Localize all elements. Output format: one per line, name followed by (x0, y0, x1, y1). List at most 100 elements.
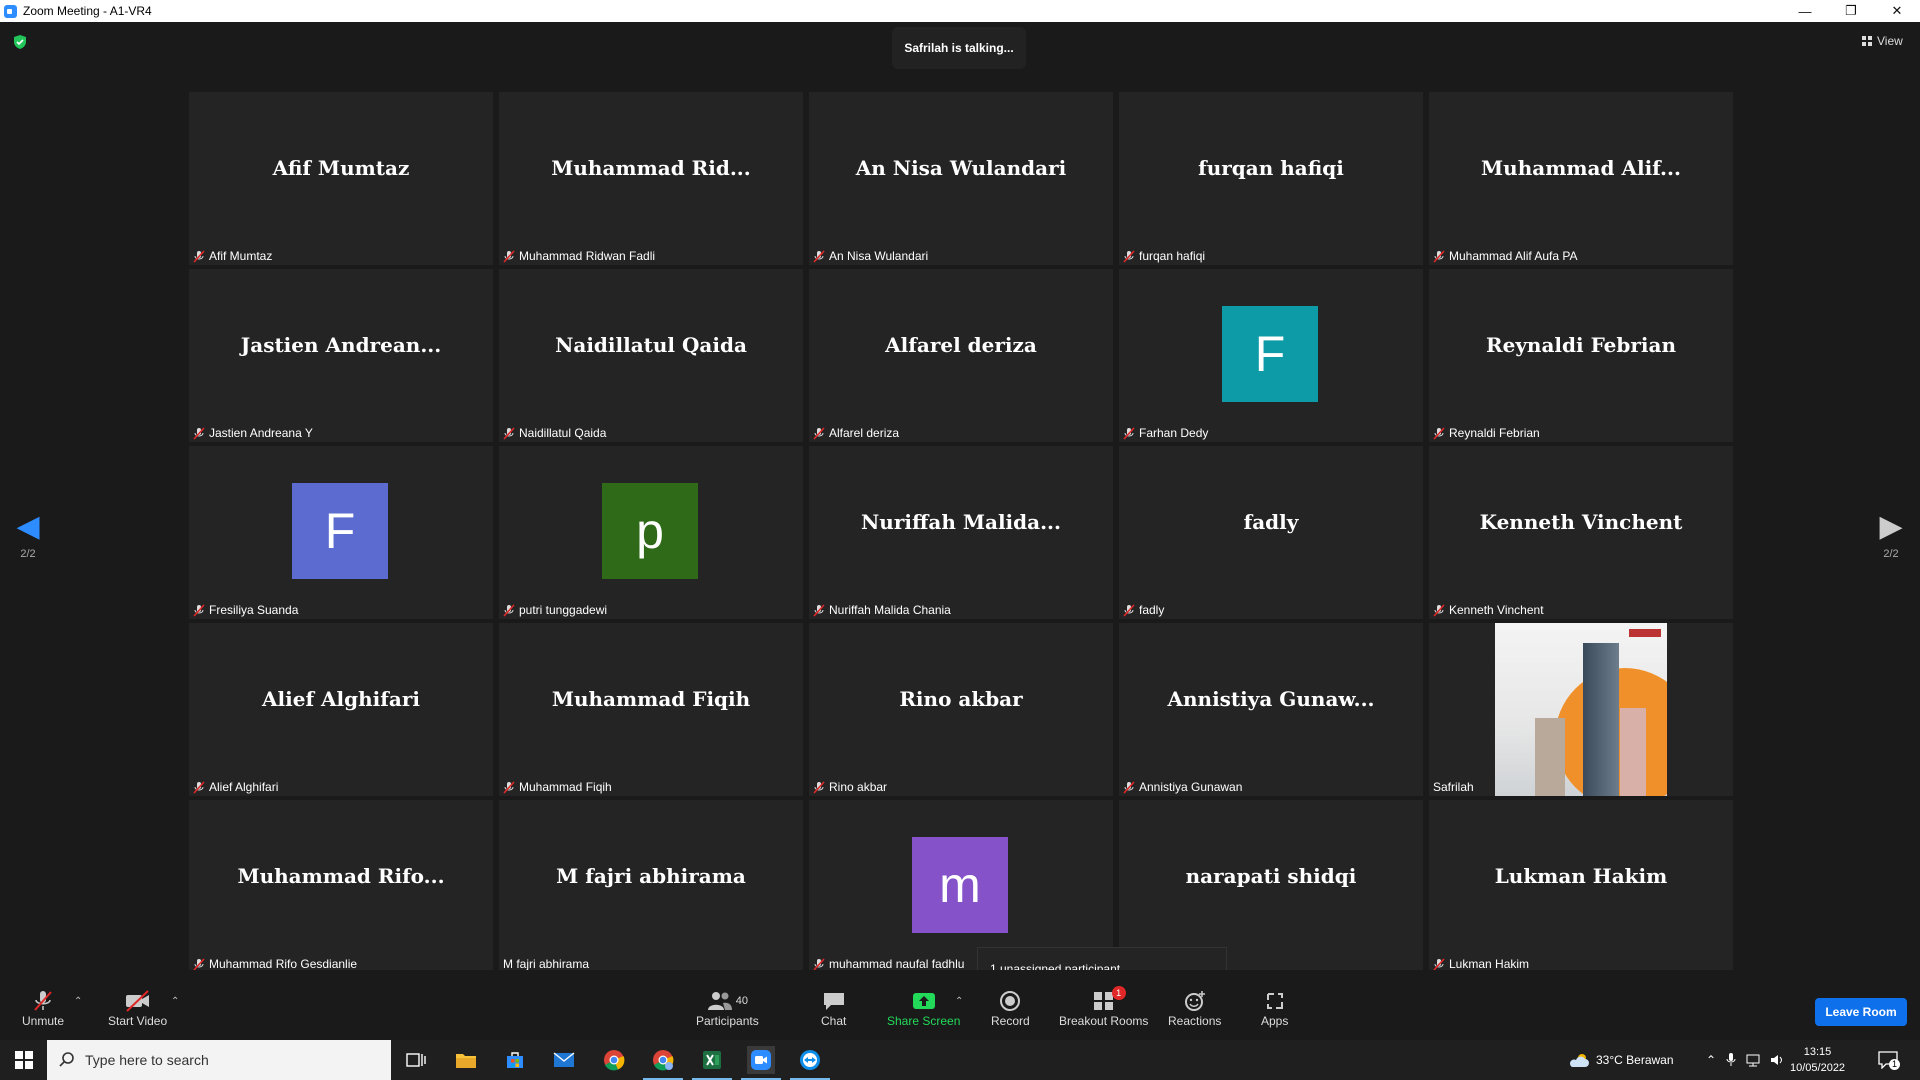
participant-tile[interactable]: M fajri abhirama M fajri abhirama (499, 800, 803, 973)
file-explorer-icon[interactable] (452, 1046, 480, 1074)
close-icon[interactable]: ✕ (1874, 0, 1920, 22)
participant-tile[interactable]: Reynaldi Febrian Reynaldi Febrian (1429, 269, 1733, 442)
participant-tile[interactable]: Muhammad Alif... Muhammad Alif Aufa PA (1429, 92, 1733, 265)
taskbar-search-box[interactable]: Type here to search (47, 1040, 391, 1080)
participant-name-label: Muhammad Alif Aufa PA (1433, 249, 1578, 263)
participant-tile[interactable]: furqan hafiqi furqan hafiqi (1119, 92, 1423, 265)
previous-page-button[interactable]: ◀ 2/2 (13, 512, 43, 561)
participant-name-label: Alfarel deriza (813, 426, 899, 440)
participant-display-name: Muhammad Rifo... (237, 864, 445, 888)
start-video-button[interactable]: Start Video (108, 988, 167, 1028)
chrome-profile-icon[interactable] (643, 1046, 683, 1080)
participant-tile[interactable]: Muhammad Fiqih Muhammad Fiqih (499, 623, 803, 796)
audio-options-caret-icon[interactable]: ⌃ (74, 996, 82, 1007)
participant-tile[interactable]: An Nisa Wulandari An Nisa Wulandari (809, 92, 1113, 265)
participant-name-label: Kenneth Vinchent (1433, 603, 1544, 617)
participant-tile[interactable]: Rino akbar Rino akbar (809, 623, 1113, 796)
active-speaker-indicator: Safrilah is talking... (892, 27, 1026, 69)
weather-text: 33°C Berawan (1596, 1053, 1674, 1067)
microphone-muted-icon (503, 780, 515, 794)
reactions-icon (1183, 988, 1207, 1014)
participant-tile[interactable]: Muhammad Rid... Muhammad Ridwan Fadli (499, 92, 803, 265)
apps-button[interactable]: Apps (1261, 988, 1288, 1028)
microphone-muted-icon (1433, 603, 1445, 617)
participant-display-name: Rino akbar (899, 687, 1023, 711)
participant-tile[interactable]: Afif Mumtaz Afif Mumtaz (189, 92, 493, 265)
participant-tile[interactable]: Alfarel deriza Alfarel deriza (809, 269, 1113, 442)
share-screen-button[interactable]: Share Screen (887, 988, 960, 1028)
system-tray: ⌃ (1706, 1040, 1784, 1080)
taskbar-clock[interactable]: 13:15 10/05/2022 (1790, 1044, 1845, 1076)
video-options-caret-icon[interactable]: ⌃ (171, 996, 179, 1007)
view-button[interactable]: View (1862, 34, 1903, 48)
chrome-icon[interactable] (600, 1046, 628, 1074)
participants-button[interactable]: 40 Participants (696, 988, 759, 1028)
participant-tile[interactable]: Muhammad Rifo... Muhammad Rifo Gesdianlie (189, 800, 493, 973)
microphone-muted-icon (1123, 780, 1135, 794)
leave-room-button[interactable]: Leave Room (1815, 998, 1907, 1026)
network-icon[interactable] (1746, 1053, 1760, 1067)
participant-tile[interactable]: Safrilah (1429, 623, 1733, 796)
participant-name-text: Jastien Andreana Y (209, 426, 313, 440)
participant-tile[interactable]: Alief Alghifari Alief Alghifari (189, 623, 493, 796)
participant-tile[interactable]: Naidillatul Qaida Naidillatul Qaida (499, 269, 803, 442)
notification-center-button[interactable]: 1 (1878, 1040, 1900, 1080)
meeting-area: Safrilah is talking... View ◀ 2/2 ▶ 2/2 … (0, 22, 1920, 997)
window-titlebar: Zoom Meeting - A1-VR4 — ❐ ✕ (0, 0, 1920, 22)
share-screen-icon (911, 988, 937, 1014)
microphone-muted-icon (193, 957, 205, 971)
participant-tile[interactable]: Kenneth Vinchent Kenneth Vinchent (1429, 446, 1733, 619)
participant-display-name: Muhammad Fiqih (551, 687, 751, 711)
search-placeholder: Type here to search (85, 1052, 209, 1068)
participant-name-label: Safrilah (1433, 780, 1474, 794)
participant-name-text: Fresiliya Suanda (209, 603, 299, 617)
participant-tile[interactable]: F Fresiliya Suanda (189, 446, 493, 619)
microsoft-store-icon[interactable] (501, 1046, 529, 1074)
task-view-icon[interactable] (402, 1046, 430, 1074)
microphone-muted-icon (813, 426, 825, 440)
participant-tile[interactable]: Jastien Andrean... Jastien Andreana Y (189, 269, 493, 442)
chat-button[interactable]: Chat (821, 988, 846, 1028)
excel-icon[interactable] (692, 1046, 732, 1080)
participants-label: Participants (696, 1014, 759, 1028)
participant-display-name: An Nisa Wulandari (855, 156, 1067, 180)
participant-tile[interactable]: Lukman Hakim Lukman Hakim (1429, 800, 1733, 973)
share-options-caret-icon[interactable]: ⌃ (955, 996, 963, 1007)
participant-display-name: narapati shidqi (1185, 864, 1357, 888)
participant-tile[interactable]: Nuriffah Malida... Nuriffah Malida Chania (809, 446, 1113, 619)
microphone-icon[interactable] (1726, 1053, 1736, 1067)
breakout-rooms-button[interactable]: 1 Breakout Rooms (1059, 986, 1148, 1028)
windows-start-button[interactable] (0, 1040, 47, 1080)
zoom-taskbar-icon[interactable] (741, 1046, 781, 1080)
record-button[interactable]: Record (991, 988, 1030, 1028)
teamviewer-icon[interactable] (790, 1046, 830, 1080)
participant-name-label: Muhammad Fiqih (503, 780, 612, 794)
shield-icon[interactable] (13, 35, 27, 49)
chevron-up-icon[interactable]: ⌃ (1706, 1053, 1716, 1067)
participant-tile[interactable]: p putri tunggadewi (499, 446, 803, 619)
next-page-button[interactable]: ▶ 2/2 (1876, 512, 1906, 561)
reactions-button[interactable]: Reactions (1168, 988, 1221, 1028)
meeting-toolbar: Unmute ⌃ Start Video ⌃ 40 Participants C… (0, 970, 1920, 1040)
participant-tile[interactable]: Annistiya Gunaw... Annistiya Gunawan (1119, 623, 1423, 796)
participant-tile[interactable]: F Farhan Dedy (1119, 269, 1423, 442)
speaker-icon[interactable] (1770, 1053, 1784, 1067)
mail-icon[interactable] (550, 1046, 578, 1074)
participant-name-text: M fajri abhirama (503, 957, 590, 971)
participant-tile[interactable]: fadly fadly (1119, 446, 1423, 619)
view-label: View (1877, 34, 1903, 48)
participant-name-label: muhammad naufal fadhlu (813, 957, 964, 971)
participant-name-text: Farhan Dedy (1139, 426, 1209, 440)
breakout-rooms-icon: 1 (1092, 986, 1126, 1014)
participant-display-name: Alief Alghifari (262, 687, 420, 711)
restore-icon[interactable]: ❐ (1828, 0, 1874, 22)
unmute-button[interactable]: Unmute (22, 988, 64, 1028)
participant-video-feed (1495, 623, 1667, 796)
weather-widget[interactable]: 33°C Berawan (1568, 1040, 1674, 1080)
record-icon (999, 988, 1021, 1014)
participant-name-label: Jastien Andreana Y (193, 426, 313, 440)
page-indicator-right: 2/2 (1883, 548, 1899, 560)
minimize-icon[interactable]: — (1782, 0, 1828, 22)
share-screen-label: Share Screen (887, 1014, 961, 1028)
participant-display-name: M fajri abhirama (556, 864, 746, 888)
